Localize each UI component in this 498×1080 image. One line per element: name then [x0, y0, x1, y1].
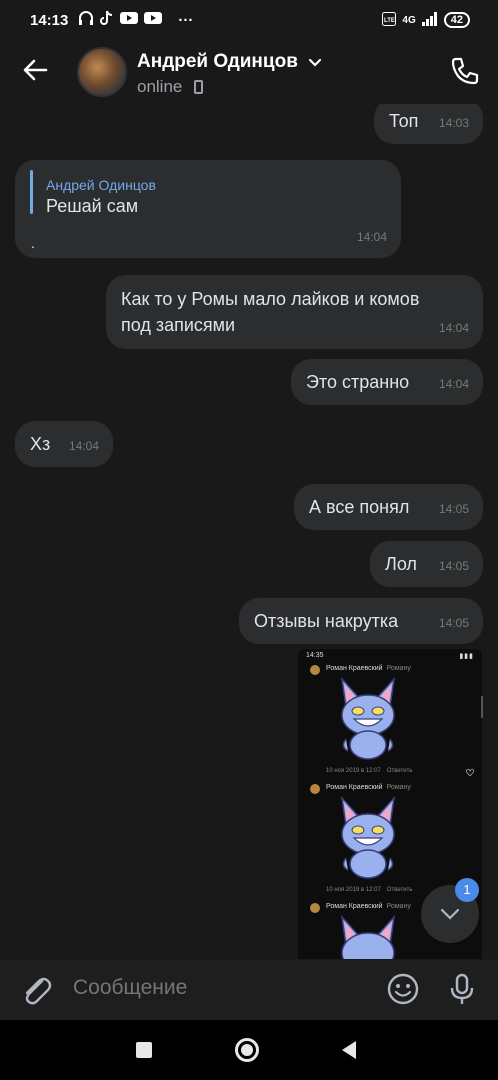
- screenshot-recipient: Роману: [386, 784, 411, 791]
- screenshot-status-bar: 14:35 ▮▮▮: [298, 649, 482, 663]
- scroll-indicator: [481, 696, 483, 718]
- message-incoming[interactable]: Хз 14:04: [15, 421, 113, 467]
- system-back-button[interactable]: [342, 1041, 356, 1059]
- network-type: 4G: [402, 14, 416, 26]
- screenshot-username: Роман Краевский Роману: [326, 784, 411, 791]
- message-time: 14:05: [438, 616, 469, 630]
- message-text: Как то у Ромы мало лайков и комов: [121, 289, 420, 309]
- screenshot-username: Роман Краевский Роману: [326, 903, 411, 910]
- notification-icons: ···: [78, 10, 193, 30]
- system-nav-bar: [0, 1020, 498, 1080]
- message-input[interactable]: [73, 976, 363, 1000]
- message-text: .: [31, 235, 35, 251]
- microphone-icon: [450, 973, 474, 1004]
- phone-icon: [451, 57, 479, 85]
- message-list[interactable]: Топ 14:03 Андрей Одинцов Решай сам . 14:…: [0, 104, 498, 960]
- avatar: [310, 665, 320, 675]
- message-outgoing[interactable]: Это странно 14:04: [291, 359, 483, 405]
- avatar: [310, 784, 320, 794]
- recent-apps-button[interactable]: [136, 1042, 152, 1058]
- message-incoming-reply[interactable]: Андрей Одинцов Решай сам . 14:04: [15, 160, 401, 258]
- message-text: А все понял: [309, 497, 410, 517]
- paperclip-icon: [25, 977, 52, 1005]
- screenshot-recipient: Роману: [386, 665, 411, 672]
- chevron-down-icon: [440, 908, 460, 920]
- message-time: 14:05: [438, 559, 469, 573]
- cat-sticker-icon: [340, 796, 396, 879]
- status-time: 14:13: [30, 11, 69, 29]
- screenshot-recipient: Роману: [386, 903, 411, 910]
- cat-sticker-icon: [340, 915, 396, 959]
- screenshot-user: Роман Краевский: [326, 903, 383, 910]
- attach-button[interactable]: [18, 972, 54, 1008]
- message-time: 14:04: [356, 230, 387, 244]
- screenshot-comment: Роман Краевский Роману 10 ноя 2019 в 12:0…: [298, 782, 482, 900]
- message-text: Лол: [385, 554, 417, 574]
- heart-icon: [466, 769, 474, 776]
- battery-indicator: 42: [443, 12, 470, 28]
- message-text: Отзывы накрутка: [254, 611, 399, 631]
- reply-quote-bar: [30, 170, 33, 214]
- screenshot-time: 14:35: [306, 652, 324, 659]
- youtube-icon-2: [144, 11, 163, 29]
- message-outgoing[interactable]: Топ 14:03: [374, 104, 483, 144]
- smile-icon: [387, 973, 419, 1005]
- comment-date: 10 ноя 2019 в 12:07: [326, 768, 381, 774]
- avatar: [310, 903, 320, 913]
- message-outgoing[interactable]: Отзывы накрутка 14:05: [239, 598, 483, 644]
- message-text: Топ: [389, 111, 419, 131]
- comment-date: 10 ноя 2019 в 12:07: [326, 887, 381, 893]
- screenshot-indicators: ▮▮▮: [459, 653, 474, 660]
- message-time: 14:04: [68, 439, 99, 453]
- emoji-button[interactable]: [386, 972, 420, 1006]
- comment-reply: Ответить: [386, 768, 413, 774]
- screenshot-comment: Роман Краевский Роману 10 ноя 2019 в 12:0…: [298, 663, 482, 781]
- system-indicators: LTE 4G 42: [382, 11, 470, 29]
- reply-text: Решай сам: [46, 196, 139, 216]
- message-outgoing[interactable]: Лол 14:05: [370, 541, 483, 587]
- volte-icon: LTE: [382, 11, 397, 29]
- unread-badge: 1: [455, 878, 479, 902]
- message-text-line2: под записями: [121, 315, 236, 335]
- youtube-icon: [120, 11, 139, 29]
- voice-message-button[interactable]: [446, 972, 478, 1006]
- chat-header: Андрей Одинцов online: [0, 40, 498, 104]
- message-composer: [0, 960, 498, 1020]
- comment-meta: 10 ноя 2019 в 12:07 Ответить: [326, 768, 412, 774]
- more-notifications-icon: ···: [178, 11, 194, 29]
- home-button[interactable]: [235, 1038, 259, 1062]
- chevron-down-icon[interactable]: [308, 58, 322, 68]
- avatar[interactable]: [77, 47, 127, 97]
- screenshot-user: Роман Краевский: [326, 665, 383, 672]
- svg-text:LTE: LTE: [384, 18, 395, 24]
- online-status: online: [137, 77, 183, 96]
- contact-name[interactable]: Андрей Одинцов: [137, 51, 298, 73]
- comment-reply: Ответить: [386, 887, 413, 893]
- arrow-left-icon: [23, 59, 48, 81]
- tiktok-icon: [100, 10, 114, 30]
- message-text: Хз: [30, 434, 51, 454]
- call-button[interactable]: [448, 54, 482, 88]
- headphones-icon: [78, 10, 94, 30]
- message-outgoing[interactable]: А все понял 14:05: [294, 484, 483, 530]
- status-bar: 14:13 ··· LTE 4G 42: [0, 0, 498, 40]
- message-time: 14:03: [438, 116, 469, 130]
- mobile-device-icon: [194, 80, 203, 94]
- cat-sticker-icon: [340, 677, 396, 760]
- message-time: 14:04: [438, 321, 469, 335]
- message-time: 14:05: [438, 502, 469, 516]
- signal-icon: [421, 11, 438, 29]
- back-button[interactable]: [20, 54, 52, 86]
- message-outgoing[interactable]: Как то у Ромы мало лайков и комов под за…: [106, 275, 483, 349]
- message-text: Это странно: [306, 372, 410, 392]
- screenshot-username: Роман Краевский Роману: [326, 665, 411, 672]
- screenshot-user: Роман Краевский: [326, 784, 383, 791]
- comment-meta: 10 ноя 2019 в 12:07 Ответить: [326, 887, 412, 893]
- message-time: 14:04: [438, 377, 469, 391]
